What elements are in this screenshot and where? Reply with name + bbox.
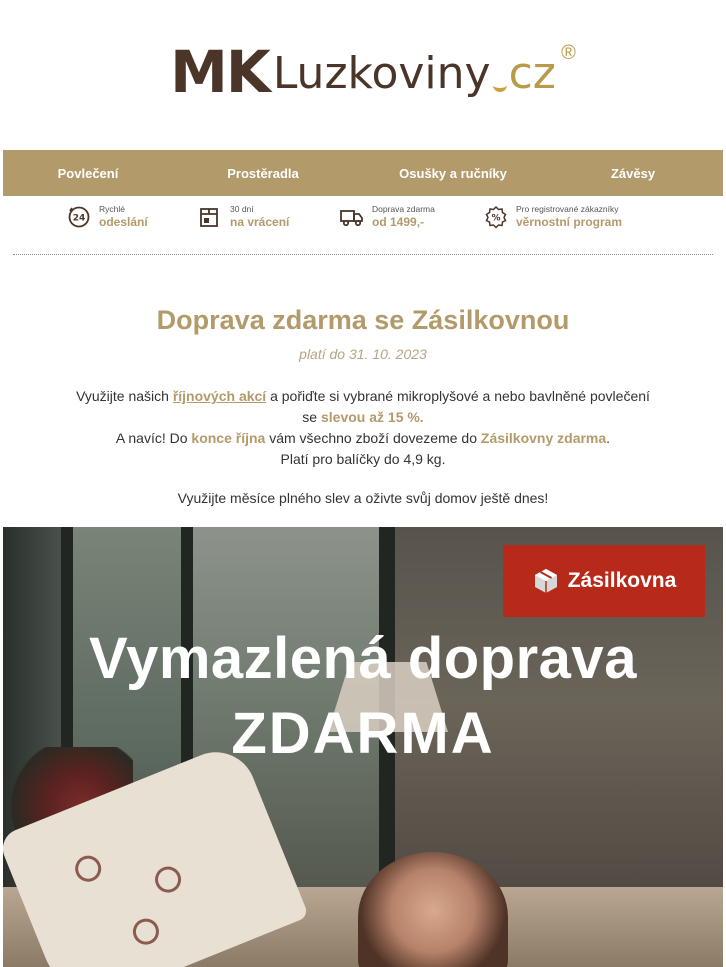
october-deals-link[interactable]: říjnových akcí bbox=[173, 388, 266, 404]
text: se bbox=[302, 409, 321, 425]
promo-banner[interactable]: Zásilkovna Vymazlená doprava ZDARMA bbox=[3, 527, 723, 967]
free-zasilkovna-highlight: Zásilkovny zdarma bbox=[480, 430, 607, 446]
nav-item-osusky[interactable]: Osušky a ručníky bbox=[363, 166, 543, 181]
validity-date: platí do 31. 10. 2023 bbox=[299, 346, 427, 362]
end-of-october-highlight: konce října bbox=[191, 430, 266, 446]
zasilkovna-badge: Zásilkovna bbox=[503, 545, 705, 617]
text: A navíc! Do bbox=[115, 430, 192, 446]
benefit-big: věrnostní program bbox=[516, 215, 623, 229]
benefit-fast-shipping: 24 Rychlé odeslání bbox=[67, 204, 148, 230]
flower-pattern bbox=[71, 851, 106, 886]
logo-smile-icon bbox=[492, 78, 507, 92]
body-line-4: Platí pro balíčky do 4,9 kg. bbox=[280, 451, 446, 467]
benefit-big: od 1499,- bbox=[372, 215, 425, 229]
flower-pattern bbox=[129, 914, 163, 949]
logo[interactable]: MK Luzkoviny cz ® bbox=[3, 42, 723, 112]
email-frame: MK Luzkoviny cz ® Povlečení Prostěradla … bbox=[3, 0, 723, 967]
benefits-bar: 24 Rychlé odeslání 30 dní na vrácení Dop… bbox=[3, 204, 723, 240]
benefit-returns: 30 dní na vrácení bbox=[198, 204, 289, 230]
zasilkovna-brand: Zásilkovna bbox=[567, 569, 677, 592]
benefit-small: 30 dní bbox=[230, 204, 254, 214]
registered-mark: ® bbox=[561, 42, 576, 64]
logo-tld: cz bbox=[508, 48, 556, 99]
flower-pattern bbox=[151, 862, 185, 897]
benefit-big: na vrácení bbox=[230, 215, 290, 229]
text: vám všechno zboží dovezeme do bbox=[265, 430, 481, 446]
banner-title-line-1: Vymazlená doprava bbox=[89, 626, 637, 691]
truck-icon bbox=[340, 210, 363, 227]
logo-name: Luzkoviny bbox=[272, 48, 491, 99]
body-line-3: A navíc! Do konce října vám všechno zbož… bbox=[3, 428, 723, 449]
body-line-1: Využijte našich říjnových akcí a pořiďte… bbox=[3, 386, 723, 407]
benefit-small: Pro registrované zákazníky bbox=[516, 204, 619, 214]
divider bbox=[13, 254, 713, 255]
main-nav: Povlečení Prostěradla Osušky a ručníky Z… bbox=[3, 150, 723, 196]
package-icon bbox=[534, 569, 557, 593]
banner-title-line-2: ZDARMA bbox=[231, 701, 495, 766]
nav-item-povleceni[interactable]: Povlečení bbox=[0, 166, 178, 181]
percent-badge-icon: % bbox=[485, 205, 507, 229]
nav-item-prosteradla[interactable]: Prostěradla bbox=[173, 166, 353, 181]
logo-mk: MK bbox=[170, 38, 271, 106]
benefit-big: odeslání bbox=[99, 215, 148, 229]
cta-text: Využijte měsíce plného slev a oživte svů… bbox=[177, 490, 549, 506]
text: . bbox=[606, 430, 611, 446]
return-box-icon bbox=[200, 208, 218, 227]
body-line-2: se slevou až 15 %. bbox=[3, 407, 723, 428]
benefit-small: Rychlé bbox=[99, 204, 125, 214]
benefit-loyalty: % Pro registrované zákazníky věrnostní p… bbox=[484, 204, 622, 230]
clock-24-icon: 24 bbox=[68, 206, 90, 228]
benefit-free-shipping: Doprava zdarma od 1499,- bbox=[340, 204, 435, 230]
text: Využijte našich bbox=[76, 388, 173, 404]
benefit-small: Doprava zdarma bbox=[372, 204, 435, 214]
svg-text:%: % bbox=[491, 214, 500, 224]
discount-highlight: slevou až 15 %. bbox=[320, 409, 424, 425]
headline: Doprava zdarma se Zásilkovnou bbox=[156, 305, 570, 335]
text: a pořiďte si vybrané mikroplyšové a nebo… bbox=[266, 388, 650, 404]
nav-item-zavesy[interactable]: Závěsy bbox=[543, 166, 723, 181]
svg-text:24: 24 bbox=[73, 214, 86, 224]
body-text: Využijte našich říjnových akcí a pořiďte… bbox=[3, 386, 723, 470]
